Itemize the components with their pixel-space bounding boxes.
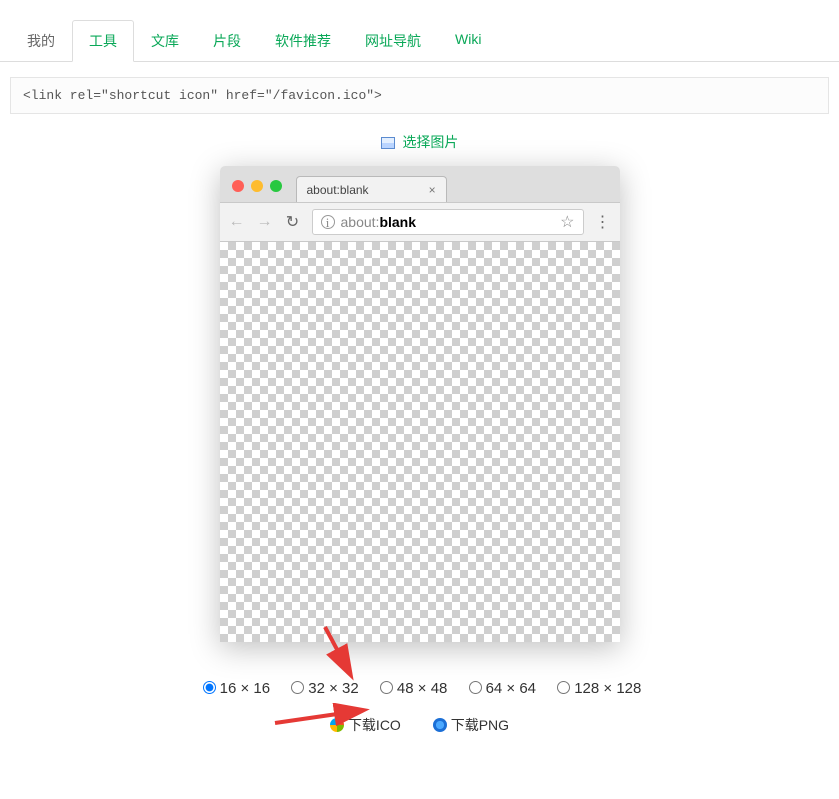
size-48-radio[interactable] (380, 681, 393, 694)
browser-toolbar: ← → ↻ i about:blank ☆ ⋮ (220, 202, 620, 242)
tab-nav[interactable]: 网址导航 (348, 20, 438, 62)
tab-snippets[interactable]: 片段 (196, 20, 258, 62)
tab-tools[interactable]: 工具 (72, 20, 134, 62)
tab-software[interactable]: 软件推荐 (258, 20, 348, 62)
browser-tab[interactable]: about:blank × (296, 176, 447, 202)
size-128-radio[interactable] (557, 681, 570, 694)
image-icon (381, 137, 395, 149)
browser-preview: about:blank × ← → ↻ i about:blank ☆ ⋮ (220, 166, 620, 642)
tab-library[interactable]: 文库 (134, 20, 196, 62)
size-48-label: 48 × 48 (397, 680, 447, 697)
tab-close-icon[interactable]: × (429, 183, 436, 197)
url-bar[interactable]: i about:blank ☆ (312, 209, 584, 235)
download-row: 下载ICO 下载PNG (0, 711, 839, 755)
browser-tabstrip: about:blank × (286, 166, 612, 202)
code-snippet-box: <link rel="shortcut icon" href="/favicon… (10, 77, 829, 114)
size-32-radio[interactable] (291, 681, 304, 694)
download-png-label: 下载PNG (451, 717, 509, 733)
png-file-icon (433, 718, 447, 732)
size-options: 16 × 16 32 × 32 48 × 48 64 × 64 128 × 12… (0, 672, 839, 711)
arrow-annotation-icon (320, 622, 360, 682)
maximize-icon[interactable] (270, 180, 282, 192)
bookmark-star-icon[interactable]: ☆ (560, 212, 574, 232)
size-64-radio[interactable] (469, 681, 482, 694)
transparent-canvas (220, 242, 620, 642)
browser-titlebar: about:blank × (220, 166, 620, 202)
tab-my[interactable]: 我的 (10, 20, 72, 62)
size-16[interactable]: 16 × 16 (198, 680, 270, 697)
window-controls (228, 180, 286, 202)
reload-icon[interactable]: ↻ (284, 212, 302, 232)
size-32[interactable]: 32 × 32 (286, 680, 358, 697)
menu-icon[interactable]: ⋮ (594, 212, 612, 232)
size-16-radio[interactable] (203, 681, 216, 694)
browser-tab-title: about:blank (307, 183, 369, 197)
back-icon[interactable]: ← (228, 213, 246, 231)
size-64-label: 64 × 64 (486, 680, 536, 697)
nav-tabs: 我的 工具 文库 片段 软件推荐 网址导航 Wiki (0, 20, 839, 62)
size-48[interactable]: 48 × 48 (375, 680, 447, 697)
download-png-link[interactable]: 下载PNG (433, 717, 509, 733)
size-128[interactable]: 128 × 128 (552, 680, 641, 697)
tab-wiki[interactable]: Wiki (438, 20, 498, 62)
browser-chrome: about:blank × ← → ↻ i about:blank ☆ ⋮ (220, 166, 620, 242)
arrow-annotation-icon (270, 703, 370, 733)
forward-icon[interactable]: → (256, 213, 274, 231)
close-icon[interactable] (232, 180, 244, 192)
size-64[interactable]: 64 × 64 (464, 680, 536, 697)
info-icon[interactable]: i (321, 215, 335, 229)
minimize-icon[interactable] (251, 180, 263, 192)
size-32-label: 32 × 32 (308, 680, 358, 697)
url-main: blank (379, 214, 416, 230)
size-16-label: 16 × 16 (220, 680, 270, 697)
size-128-label: 128 × 128 (574, 680, 641, 697)
select-image-link[interactable]: 选择图片 (402, 134, 458, 150)
url-prefix: about: (341, 214, 380, 230)
select-image-row: 选择图片 (0, 124, 839, 166)
